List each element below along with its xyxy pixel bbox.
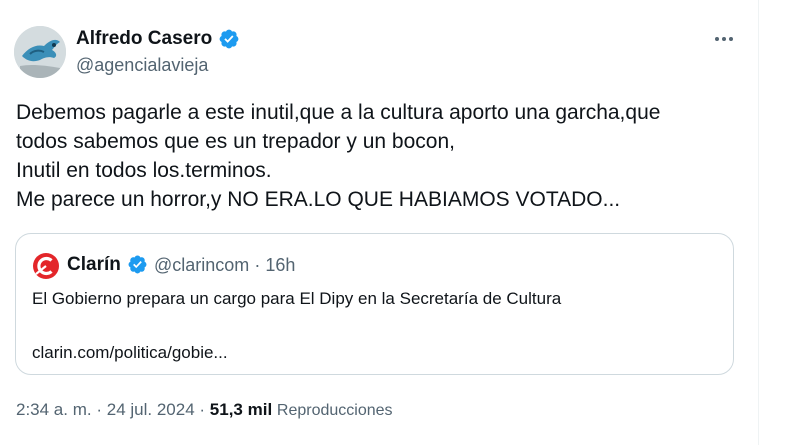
more-dot xyxy=(729,37,733,41)
author-handle[interactable]: @agencialavieja xyxy=(76,55,208,76)
quoted-time: 16h xyxy=(265,255,296,275)
more-dot xyxy=(722,37,726,41)
quoted-link[interactable]: clarin.com/politica/gobie... xyxy=(32,343,228,363)
meta-separator: · xyxy=(254,255,261,275)
tweet-text-line: Me parece un horror,y NO ERA.LO QUE HABI… xyxy=(16,188,621,211)
tweet-footer: 2:34 a. m. · 24 jul. 2024 · 51,3 mil Rep… xyxy=(16,400,393,420)
tweet-date[interactable]: 24 jul. 2024 xyxy=(107,400,195,419)
tweet-card: Alfredo Casero @agencialavieja Debemos p… xyxy=(0,0,760,445)
tweet-text-line: Inutil en todos los.terminos. xyxy=(16,159,272,182)
author-name[interactable]: Alfredo Casero xyxy=(76,28,212,50)
avatar-image xyxy=(14,26,66,78)
tweet-text-line: Debemos pagarle a este inutil,que a la c… xyxy=(16,101,661,124)
clarin-logo-icon xyxy=(32,252,60,280)
quoted-handle: @clarincom xyxy=(154,255,250,275)
avatar[interactable] xyxy=(14,26,66,78)
more-dot xyxy=(715,37,719,41)
footer-separator: · xyxy=(96,400,103,419)
views-label: Reproducciones xyxy=(276,402,393,419)
quoted-author-name: Clarín xyxy=(67,254,121,275)
more-options-icon[interactable] xyxy=(710,27,738,51)
quoted-tweet[interactable]: Clarín @clarincom · 16h El Gobierno prep… xyxy=(15,233,734,375)
quoted-text: El Gobierno prepara un cargo para El Dip… xyxy=(32,289,562,308)
views-count: 51,3 mil xyxy=(209,400,273,419)
verified-badge-icon xyxy=(127,254,148,275)
footer-separator: · xyxy=(199,400,206,419)
column-divider xyxy=(758,0,759,445)
tweet-time[interactable]: 2:34 a. m. xyxy=(16,400,92,419)
quoted-meta: @clarincom · 16h xyxy=(154,255,295,276)
verified-badge-icon[interactable] xyxy=(218,28,240,50)
tweet-text: Debemos pagarle a este inutil,que a la c… xyxy=(16,98,746,214)
tweet-text-line: todos sabemos que es un trepador y un bo… xyxy=(16,130,455,153)
